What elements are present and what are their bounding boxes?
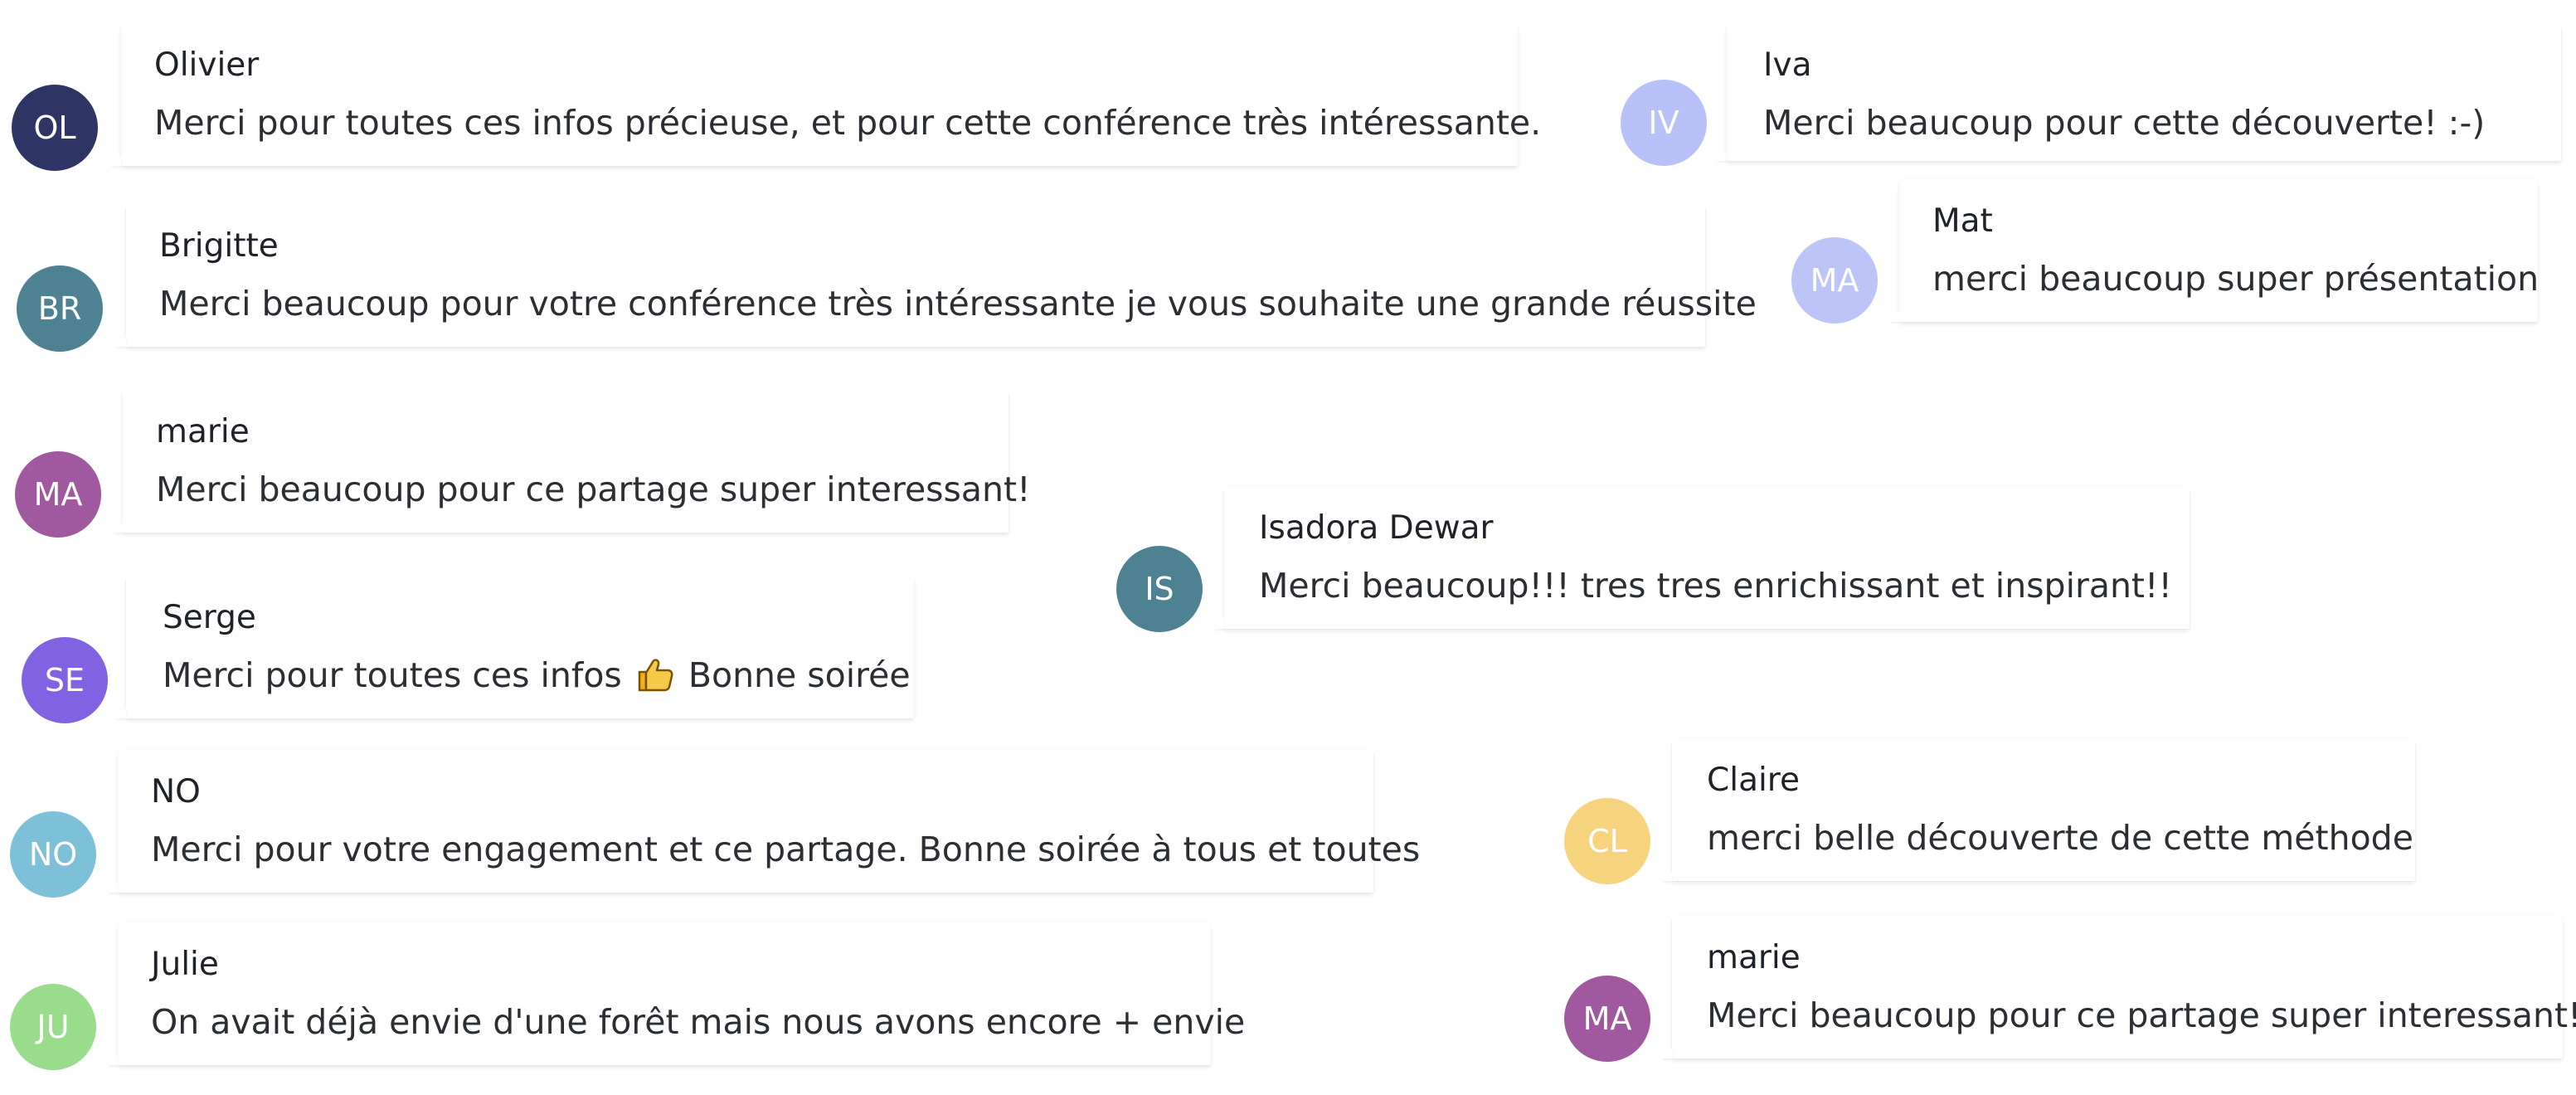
- message-text-end: Bonne soirée: [688, 655, 911, 695]
- avatar: MA: [1564, 976, 1650, 1062]
- chat-message: IV Iva Merci beaucoup pour cette découve…: [1621, 23, 2561, 169]
- author-name: Brigitte: [159, 227, 279, 265]
- message-text: Merci beaucoup pour votre conférence trè…: [159, 284, 1757, 324]
- message-text: Merci beaucoup pour ce partage super int…: [156, 470, 1031, 509]
- chat-message: NO NO Merci pour votre engagement et ce …: [10, 750, 1420, 898]
- avatar: NO: [10, 811, 96, 898]
- author-name: Olivier: [154, 46, 260, 84]
- avatar: JU: [10, 984, 96, 1070]
- chat-message: SE Serge Merci pour toutes ces infos Bon…: [22, 576, 914, 723]
- message-bubble: Olivier Merci pour toutes ces infos préc…: [121, 23, 1541, 166]
- author-name: Mat: [1932, 202, 1993, 240]
- avatar: SE: [22, 637, 108, 723]
- avatar-initials: CL: [1587, 823, 1627, 859]
- author-name: Iva: [1763, 46, 1812, 84]
- message-text: merci beaucoup super présentation: [1932, 259, 2540, 299]
- message-bubble: NO Merci pour votre engagement et ce par…: [118, 750, 1420, 893]
- avatar-initials: IS: [1145, 571, 1174, 607]
- avatar: IV: [1621, 80, 1707, 166]
- message-bubble: Isadora Dewar Merci beaucoup!!! tres tre…: [1224, 486, 2190, 629]
- message-bubble: Serge Merci pour toutes ces infos Bonne …: [126, 576, 914, 718]
- avatar: MA: [1791, 237, 1878, 324]
- message-text: On avait déjà envie d'une forêt mais nou…: [151, 1002, 1246, 1042]
- message-text: Merci beaucoup pour ce partage super int…: [1707, 995, 2576, 1035]
- avatar: IS: [1116, 546, 1203, 632]
- avatar: MA: [15, 451, 101, 538]
- author-name: Julie: [151, 946, 219, 983]
- message-bubble: marie Merci beaucoup pour ce partage sup…: [1672, 916, 2576, 1058]
- chat-message: IS Isadora Dewar Merci beaucoup!!! tres …: [1116, 486, 2190, 632]
- message-text: Merci pour toutes ces infos précieuse, e…: [154, 103, 1542, 143]
- avatar-initials: MA: [1810, 262, 1859, 299]
- message-text: Merci beaucoup!!! tres tres enrichissant…: [1259, 566, 2172, 606]
- chat-message: MA Mat merci beaucoup super présentation: [1791, 179, 2540, 325]
- author-name: Claire: [1707, 762, 1800, 799]
- author-name: NO: [151, 773, 201, 810]
- message-bubble: Julie On avait déjà envie d'une forêt ma…: [118, 922, 1245, 1065]
- author-name: Serge: [163, 599, 256, 636]
- message-text: Merci pour toutes ces infos Bonne soirée: [163, 655, 911, 695]
- author-name: marie: [1707, 939, 1801, 976]
- message-bubble: Claire merci belle découverte de cette m…: [1672, 738, 2415, 881]
- avatar-initials: NO: [28, 836, 78, 873]
- message-text: Merci pour votre engagement et ce partag…: [151, 830, 1421, 869]
- message-text-start: Merci pour toutes ces infos: [163, 655, 622, 695]
- thumbs-up-icon: [638, 659, 673, 692]
- avatar-initials: MA: [33, 476, 83, 513]
- avatar-initials: IV: [1648, 105, 1679, 141]
- avatar-initials: MA: [1582, 1000, 1632, 1037]
- avatar-initials: JU: [36, 1009, 70, 1045]
- message-bubble: marie Merci beaucoup pour ce partage sup…: [123, 390, 1031, 533]
- avatar: OL: [12, 85, 98, 171]
- chat-message: OL Olivier Merci pour toutes ces infos p…: [12, 23, 1541, 171]
- message-bubble: Mat merci beaucoup super présentation: [1899, 179, 2540, 322]
- chat-message: JU Julie On avait déjà envie d'une forêt…: [10, 922, 1245, 1070]
- message-text: Merci beaucoup pour cette découverte! :-…: [1763, 103, 2486, 143]
- message-text: merci belle découverte de cette méthode: [1707, 818, 2413, 858]
- avatar-initials: BR: [37, 290, 82, 327]
- message-bubble: Iva Merci beaucoup pour cette découverte…: [1727, 23, 2561, 161]
- avatar-initials: OL: [33, 110, 76, 146]
- author-name: marie: [156, 413, 250, 450]
- avatar-initials: SE: [44, 662, 85, 698]
- chat-message: MA marie Merci beaucoup pour ce partage …: [1564, 916, 2576, 1062]
- chat-message: CL Claire merci belle découverte de cett…: [1564, 738, 2415, 884]
- chat-message: BR Brigitte Merci beaucoup pour votre co…: [17, 204, 1757, 352]
- chat-message: MA marie Merci beaucoup pour ce partage …: [15, 390, 1031, 538]
- author-name: Isadora Dewar: [1259, 509, 1494, 547]
- avatar: BR: [17, 265, 103, 352]
- message-bubble: Brigitte Merci beaucoup pour votre confé…: [126, 204, 1757, 347]
- avatar: CL: [1564, 798, 1650, 884]
